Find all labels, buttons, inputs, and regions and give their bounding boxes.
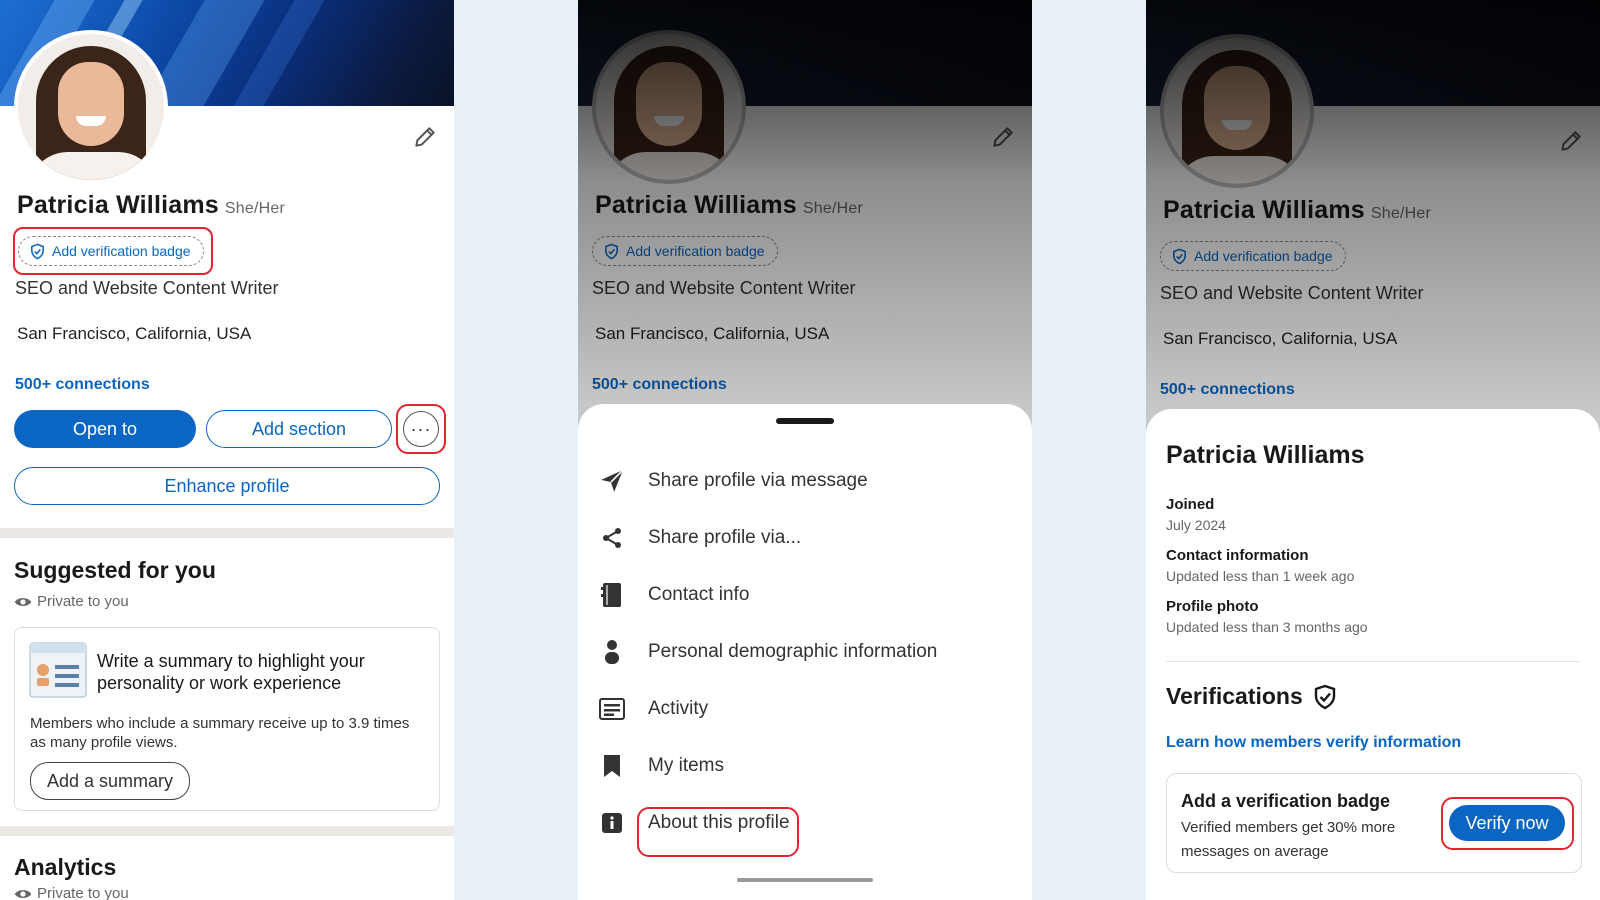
shield-check-icon: [31, 243, 44, 259]
edit-pencil-icon[interactable]: [412, 124, 438, 150]
menu-item-label: Contact info: [648, 584, 750, 605]
suggested-private-label: Private to you: [37, 593, 129, 610]
menu-item-label: Share profile via message: [648, 470, 868, 491]
profile-name: Patricia Williams She/Her: [17, 191, 285, 219]
about-profile-sheet: Patricia Williams Joined July 2024 Conta…: [1146, 409, 1600, 900]
sheet-grabber[interactable]: [776, 418, 834, 424]
summary-card-body: Members who include a summary receive up…: [30, 715, 410, 751]
summary-suggestion-card: Write a summary to highlight your person…: [14, 627, 440, 811]
section-divider: [0, 528, 454, 538]
menu-item-label: My items: [648, 755, 724, 776]
profile-headline: SEO and Website Content Writer: [592, 278, 856, 298]
profile-connections: 500+ connections: [1160, 381, 1295, 398]
profile-avatar: [592, 30, 746, 184]
learn-verify-link[interactable]: Learn how members verify information: [1166, 734, 1461, 752]
badge-card-body: Verified members get 30% more messages o…: [1181, 819, 1396, 860]
add-section-button[interactable]: Add section: [206, 410, 392, 448]
enhance-profile-button[interactable]: Enhance profile: [14, 467, 440, 505]
profile-pronouns: She/Her: [224, 200, 285, 217]
activity-icon: [599, 698, 625, 720]
verify-now-button[interactable]: Verify now: [1449, 805, 1565, 841]
profile-avatar[interactable]: [14, 30, 168, 184]
analytics-private-label: Private to you: [37, 885, 129, 900]
verification-badge-card: Add a verification badge Verified member…: [1166, 773, 1582, 873]
info-icon: [602, 813, 622, 833]
about-profile-panel: Patricia Williams She/Her Add verificatio…: [1146, 0, 1600, 900]
add-verification-badge-chip: Add verification badge: [592, 236, 778, 266]
verify-chip-label: Add verification badge: [626, 243, 765, 259]
add-summary-button[interactable]: Add a summary: [30, 762, 190, 800]
about-name: Patricia Williams: [1166, 441, 1365, 469]
shield-check-icon: [1173, 248, 1186, 264]
contact-info-label: Contact information: [1166, 547, 1309, 564]
profile-name: Patricia Williams She/Her: [1163, 196, 1431, 224]
person-icon: [605, 640, 619, 664]
suggested-title: Suggested for you: [14, 557, 216, 583]
verify-chip-label: Add verification badge: [1194, 248, 1333, 264]
contact-info-value: Updated less than 1 week ago: [1166, 568, 1355, 584]
menu-item-label: Personal demographic information: [648, 641, 938, 662]
profile-pronouns: She/Her: [1370, 205, 1431, 222]
profile-panel: Patricia Williams She/Her Add verificatio…: [0, 0, 454, 900]
profile-headline: SEO and Website Content Writer: [15, 278, 279, 298]
menu-contact-info[interactable]: Contact info: [596, 575, 1014, 615]
profile-photo-label: Profile photo: [1166, 598, 1259, 615]
bookmark-icon: [604, 755, 620, 777]
more-options-sheet: Share profile via message Share profile …: [578, 404, 1032, 900]
menu-share-via-message[interactable]: Share profile via message: [596, 461, 1014, 501]
menu-about-this-profile[interactable]: About this profile: [596, 803, 1014, 843]
menu-my-items[interactable]: My items: [596, 746, 1014, 786]
edit-pencil-icon: [993, 127, 1013, 147]
profile-location: San Francisco, California, USA: [1163, 329, 1398, 348]
profile-headline: SEO and Website Content Writer: [1160, 283, 1424, 303]
edit-pencil-icon: [1561, 131, 1581, 151]
contact-book-icon: [601, 583, 621, 607]
share-icon: [603, 528, 621, 548]
about-divider: [1166, 661, 1580, 662]
menu-item-label: About this profile: [648, 812, 790, 833]
profile-name: Patricia Williams She/Her: [595, 191, 863, 219]
suggested-private: Private to you: [14, 593, 129, 610]
menu-item-label: Share profile via...: [648, 527, 802, 548]
profile-photo-value: Updated less than 3 months ago: [1166, 619, 1368, 635]
add-verification-badge-chip[interactable]: Add verification badge: [18, 236, 204, 266]
verifications-title: Verifications: [1166, 683, 1337, 710]
shield-check-icon: [1314, 684, 1335, 709]
joined-label: Joined: [1166, 496, 1215, 513]
open-to-button[interactable]: Open to: [14, 410, 196, 448]
menu-share-via[interactable]: Share profile via...: [596, 518, 1014, 558]
more-menu-panel: Patricia Williams She/Her Add verificatio…: [578, 0, 1032, 900]
profile-location: San Francisco, California, USA: [595, 324, 830, 343]
profile-location: San Francisco, California, USA: [17, 324, 252, 343]
profile-connections[interactable]: 500+ connections: [15, 376, 150, 394]
summary-card-title: Write a summary to highlight your person…: [97, 651, 365, 693]
menu-demographic-info[interactable]: Personal demographic information: [596, 632, 1014, 672]
profile-summary-illustration-icon: [29, 642, 87, 698]
profile-pronouns: She/Her: [802, 200, 863, 217]
section-divider-2: [0, 826, 454, 836]
profile-avatar: [1160, 34, 1314, 188]
menu-item-label: Activity: [648, 698, 709, 719]
verifications-title-label: Verifications: [1166, 683, 1303, 709]
more-options-button[interactable]: ···: [403, 411, 439, 447]
analytics-private: Private to you: [14, 885, 129, 900]
analytics-title: Analytics: [14, 854, 117, 880]
menu-activity[interactable]: Activity: [596, 689, 1014, 729]
eye-icon: [14, 597, 32, 606]
badge-card-title: Add a verification badge: [1181, 791, 1391, 811]
profile-connections: 500+ connections: [592, 376, 727, 393]
joined-value: July 2024: [1166, 517, 1226, 533]
eye-icon: [14, 889, 32, 898]
verify-chip-label: Add verification badge: [52, 243, 191, 259]
home-indicator: [737, 878, 873, 882]
send-icon: [601, 469, 624, 492]
shield-check-icon: [605, 243, 618, 259]
add-verification-badge-chip: Add verification badge: [1160, 241, 1346, 271]
